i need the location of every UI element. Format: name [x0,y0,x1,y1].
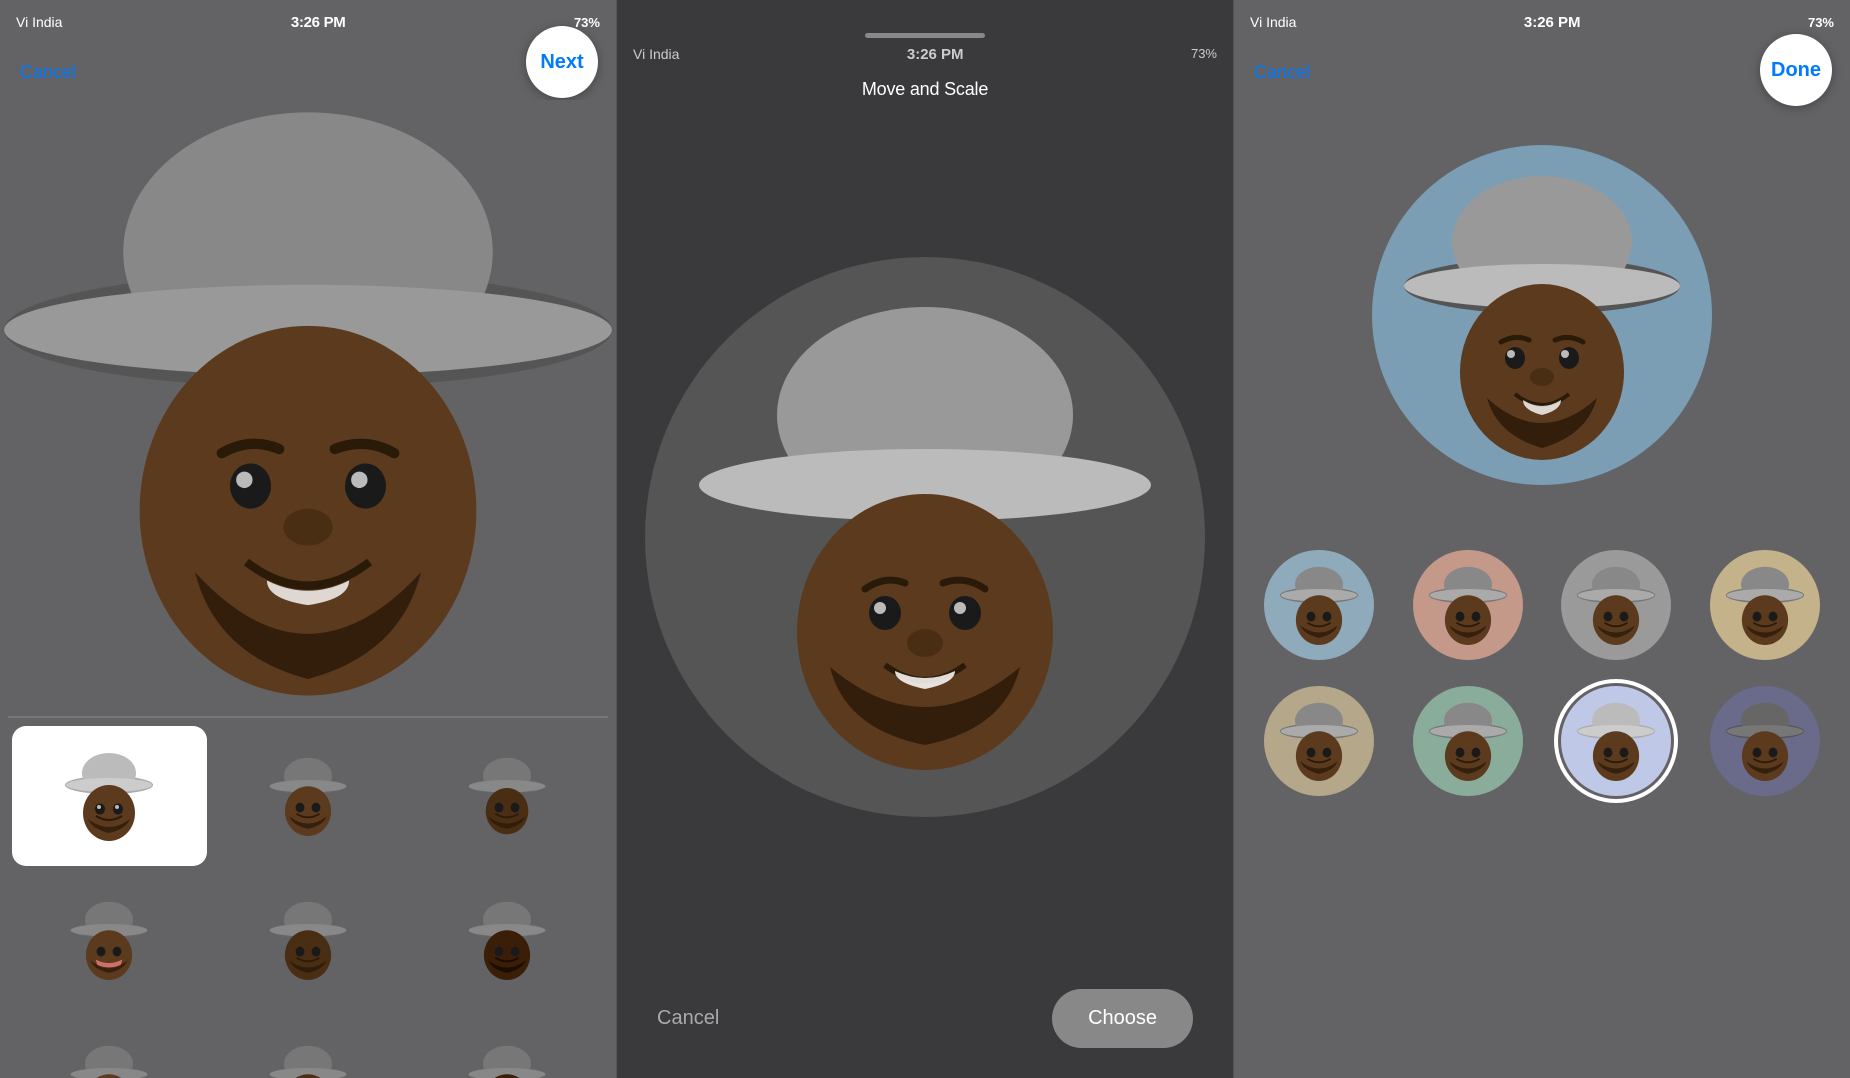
color-cell-7-selected[interactable] [1561,686,1671,796]
color-cell-2[interactable] [1413,550,1523,660]
color-cell-3[interactable] [1561,550,1671,660]
color-cell-1[interactable] [1264,550,1374,660]
move-scale-title: Move and Scale [862,79,988,100]
crop-circle[interactable] [645,257,1205,817]
sticker-memoji-8 [268,1044,348,1078]
sticker-grid [0,718,616,1078]
color-cell-5[interactable] [1264,686,1374,796]
sticker-memoji-2 [268,756,348,836]
status-bar-2-container [617,0,1233,44]
sticker-cell-7[interactable] [12,1014,207,1078]
battery-2: 73% [1191,46,1217,63]
sticker-cell-4[interactable] [12,870,207,1010]
status-bar-1: Vi India 3:26 PM 73% [0,0,616,44]
bottom-bar-2: Cancel Choose [617,958,1233,1078]
color-memoji-8 [1725,701,1805,781]
carrier-1: Vi India [16,14,62,30]
panel-color-picker: Vi India 3:26 PM 73% Cancel Done [1234,0,1850,1078]
sticker-memoji-9 [467,1044,547,1078]
sticker-memoji-5 [268,900,348,980]
sticker-cell-9[interactable] [409,1014,604,1078]
status-bar-2: Vi India 3:26 PM 73% [617,44,1233,63]
color-memoji-7 [1576,701,1656,781]
choose-button[interactable]: Choose [1052,989,1193,1048]
carrier-3: Vi India [1250,14,1296,30]
color-cell-6[interactable] [1413,686,1523,796]
big-preview-3 [1234,100,1850,530]
time-2: 3:26 PM [907,46,964,63]
sticker-cell-1[interactable] [12,726,207,866]
color-grid [1234,530,1850,1078]
selected-color-circle [1372,145,1712,485]
cancel-button-3[interactable]: Cancel [1254,62,1310,83]
status-bar-3: Vi India 3:26 PM 73% [1234,0,1850,44]
memoji-preview-3 [1397,170,1687,460]
panel-sticker-picker: Vi India 3:26 PM 73% Cancel Next [0,0,616,1078]
color-memoji-3 [1576,565,1656,645]
big-preview-1 [0,100,616,716]
sticker-memoji-1 [64,751,154,841]
color-memoji-2 [1428,565,1508,645]
nav-bar-1: Cancel Next [0,44,616,100]
sticker-memoji-7 [69,1044,149,1078]
sticker-memoji-4 [69,900,149,980]
next-button[interactable]: Next [526,26,598,98]
cancel-button-2[interactable]: Cancel [657,1007,719,1030]
color-cell-8[interactable] [1710,686,1820,796]
color-memoji-5 [1279,701,1359,781]
carrier-2: Vi India [633,46,679,63]
color-cell-4[interactable] [1710,550,1820,660]
canvas-area[interactable] [617,115,1233,958]
sticker-memoji-3 [467,756,547,836]
title-bar-2: Move and Scale [617,63,1233,115]
cancel-button-1[interactable]: Cancel [20,62,76,83]
color-memoji-6 [1428,701,1508,781]
done-button[interactable]: Done [1760,34,1832,106]
panel-move-scale: Vi India 3:26 PM 73% Move and Scale [616,0,1234,1078]
time-1: 3:26 PM [291,14,346,31]
sticker-memoji-6 [467,900,547,980]
memoji-canvas-large [685,297,1165,777]
nav-bar-3: Cancel Done [1234,44,1850,100]
time-3: 3:26 PM [1524,14,1581,31]
sticker-cell-3[interactable] [409,726,604,866]
sticker-cell-2[interactable] [211,726,406,866]
memoji-preview-large [0,100,616,716]
color-memoji-1 [1279,565,1359,645]
color-memoji-4 [1725,565,1805,645]
battery-icon-1: 73% [574,15,600,30]
battery-3: 73% [1808,15,1834,30]
sticker-cell-6[interactable] [409,870,604,1010]
sticker-cell-8[interactable] [211,1014,406,1078]
drag-indicator [865,33,985,38]
sticker-cell-5[interactable] [211,870,406,1010]
status-icons-1: 73% [574,15,600,30]
